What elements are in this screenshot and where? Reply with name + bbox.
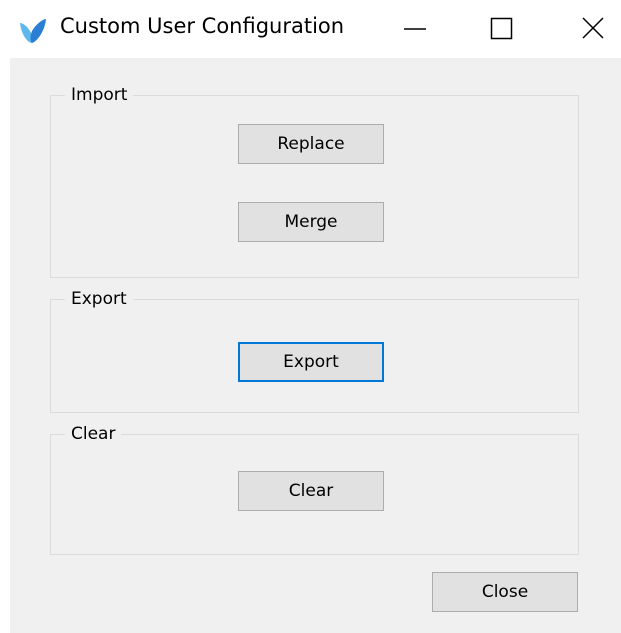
export-button[interactable]: Export (238, 342, 384, 382)
close-button[interactable]: Close (432, 572, 578, 612)
clear-button[interactable]: Clear (238, 471, 384, 511)
minimize-button[interactable] (385, 0, 445, 58)
merge-button[interactable]: Merge (238, 202, 384, 242)
import-group: Import Replace Merge (50, 84, 579, 278)
window-title: Custom User Configuration (60, 14, 345, 38)
close-icon (582, 17, 604, 39)
custom-user-configuration-window: Custom User Configuration Import Replace… (0, 0, 621, 633)
close-window-button[interactable] (564, 0, 621, 58)
title-bar[interactable]: Custom User Configuration (0, 0, 621, 58)
export-group-label: Export (65, 288, 133, 310)
dialog-client-area: Import Replace Merge Export Export Clear… (10, 58, 621, 633)
clear-group: Clear Clear (50, 423, 579, 555)
app-logo-icon (20, 19, 46, 43)
clear-group-label: Clear (65, 423, 122, 445)
export-group: Export Export (50, 288, 579, 413)
maximize-button[interactable] (472, 0, 532, 58)
minimize-icon (404, 28, 426, 30)
replace-button[interactable]: Replace (238, 124, 384, 164)
maximize-icon (490, 17, 513, 40)
import-group-label: Import (65, 84, 134, 106)
